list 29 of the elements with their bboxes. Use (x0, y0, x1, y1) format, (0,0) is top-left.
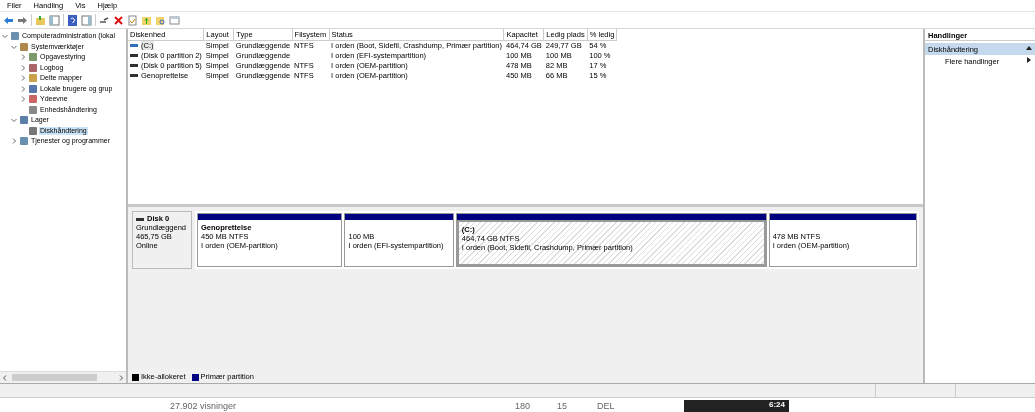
tree-node-icon (20, 137, 28, 146)
folder-search-icon[interactable] (155, 14, 166, 26)
folder-icon[interactable] (35, 14, 46, 26)
view-count: 27.902 visninger (170, 401, 237, 412)
expand-chevron-icon[interactable] (20, 85, 26, 92)
submenu-arrow-icon (1026, 57, 1032, 63)
expand-chevron-icon[interactable] (20, 64, 26, 71)
delete-icon[interactable] (113, 14, 124, 26)
expand-chevron-icon[interactable] (20, 96, 26, 103)
connect-icon[interactable] (99, 14, 110, 26)
window-icon[interactable] (169, 14, 180, 26)
video-duration: 6:24 (769, 400, 785, 409)
expand-chevron-icon[interactable] (20, 75, 26, 82)
help-icon[interactable] (67, 14, 78, 26)
dislike-count: 15 (557, 401, 567, 412)
collapse-chevron-icon[interactable] (2, 33, 8, 40)
collapse-chevron-icon[interactable] (11, 117, 17, 124)
share-label: DEL (597, 401, 615, 412)
scrollbar-thumb[interactable] (11, 374, 97, 381)
expand-chevron-icon[interactable] (11, 138, 17, 145)
check-document-icon[interactable] (127, 14, 138, 26)
window-icon[interactable] (49, 14, 60, 26)
back-arrow-icon[interactable] (3, 14, 14, 26)
collapse-caret-icon[interactable] (1026, 45, 1032, 51)
folder-up-icon[interactable] (141, 14, 152, 26)
expand-chevron-icon[interactable] (20, 54, 26, 61)
like-count: 180 (515, 401, 531, 412)
collapse-chevron-icon[interactable] (11, 43, 17, 50)
forward-arrow-icon[interactable] (17, 14, 28, 26)
